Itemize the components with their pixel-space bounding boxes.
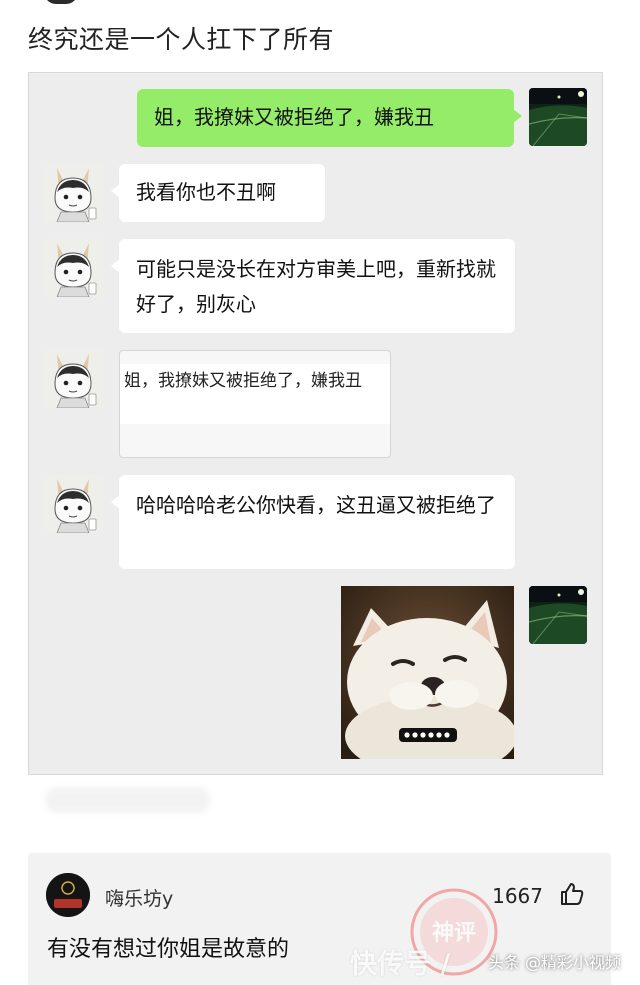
commenter-avatar[interactable] <box>46 873 90 917</box>
blurred-caption <box>45 787 210 813</box>
sister-avatar <box>45 350 103 408</box>
chat-screenshot[interactable]: 姐，我撩妹又被拒绝了，嫌我丑 我看你也不丑啊 可能只是没长在对方审美上吧，重新找… <box>28 72 603 775</box>
sister-message-bubble: 哈哈哈哈老公你快看，这丑逼又被拒绝了 <box>111 475 515 569</box>
comment-text: 有没有想过你姐是故意的 <box>47 937 290 962</box>
message-text: 哈哈哈哈老公你快看，这丑逼又被拒绝了 <box>136 493 496 517</box>
my-avatar <box>529 88 587 146</box>
sister-message-bubble: 可能只是没长在对方审美上吧，重新找就好了，别灰心 <box>111 239 515 333</box>
forwarded-message-text: 姐，我撩妹又被拒绝了，嫌我丑 <box>120 364 390 424</box>
message-text: 我看你也不丑啊 <box>136 180 276 204</box>
watermark-app: 快传号 / <box>350 949 451 980</box>
sister-avatar <box>45 239 103 297</box>
commenter-name[interactable]: 嗨乐坊y <box>105 884 173 911</box>
message-text: 姐，我撩妹又被拒绝了，嫌我丑 <box>154 105 434 129</box>
thumbs-up-icon[interactable] <box>559 881 585 907</box>
watermark-source: 头条 @精彩小视频 <box>487 953 621 972</box>
dog-sticker-image[interactable] <box>341 586 514 759</box>
forwarded-message-card[interactable]: 姐，我撩妹又被拒绝了，嫌我丑 <box>119 350 391 458</box>
my-message-bubble: 姐，我撩妹又被拒绝了，嫌我丑 <box>137 89 522 147</box>
top-comment[interactable]: 嗨乐坊y 1667 神评 有没有想过你姐是故意的 快传号 / 头条 @精彩小视频 <box>28 853 621 985</box>
message-text: 可能只是没长在对方审美上吧，重新找就好了，别灰心 <box>136 257 496 316</box>
post-page: 终究还是一个人扛下了所有 姐，我撩妹又被拒绝了，嫌我丑 我看你也不丑啊 可能只是… <box>0 0 640 985</box>
post-title: 终究还是一个人扛下了所有 <box>28 25 335 54</box>
sister-avatar <box>45 475 103 533</box>
my-avatar <box>529 586 587 644</box>
author-avatar[interactable] <box>44 0 78 4</box>
sister-avatar <box>45 164 103 222</box>
sister-message-bubble: 我看你也不丑啊 <box>111 164 325 222</box>
